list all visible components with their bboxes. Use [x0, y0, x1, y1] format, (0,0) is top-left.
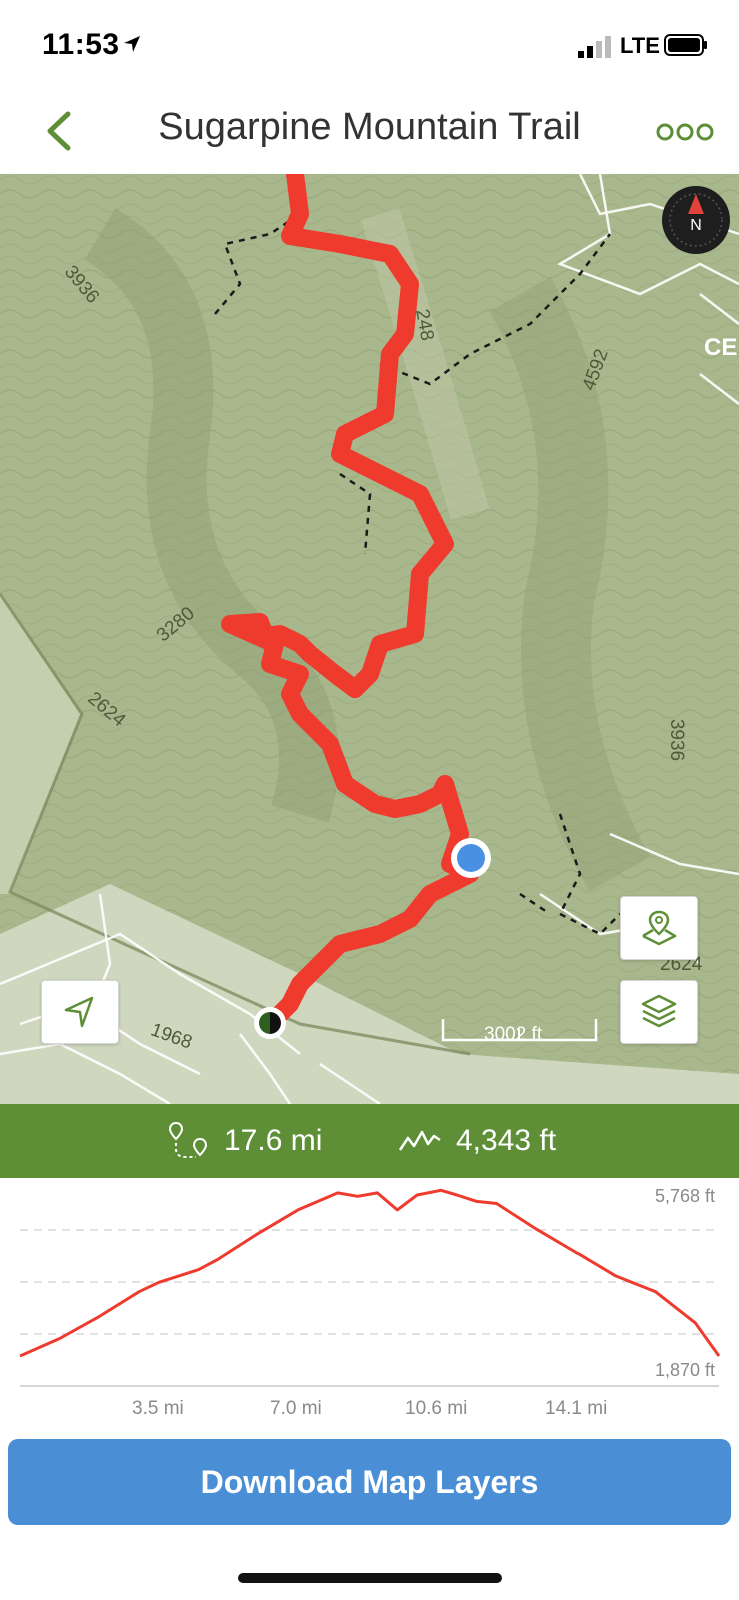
map-layers-button[interactable]	[620, 980, 698, 1044]
chevron-left-icon[interactable]	[36, 106, 86, 156]
contour-label: 3936	[666, 718, 688, 762]
min-elevation-label: 1,870 ft	[654, 1360, 715, 1380]
nav-bar: Sugarpine Mountain Trail	[0, 92, 739, 175]
max-elevation-label: 5,768 ft	[654, 1186, 715, 1206]
download-map-layers-button[interactable]: Download Map Layers	[8, 1439, 731, 1525]
signal-icon	[578, 36, 611, 58]
x-tick-label: 10.6 mi	[405, 1398, 468, 1419]
page-title: Sugarpine Mountain Trail	[158, 106, 581, 148]
elevation-chart	[19, 1188, 721, 1387]
distance-value: 17.6 mi	[224, 1124, 323, 1157]
recenter-button[interactable]	[41, 980, 119, 1044]
x-tick-label: 7.0 mi	[270, 1398, 322, 1419]
x-tick-label: 3.5 mi	[132, 1398, 184, 1419]
carrier-label: LTE	[620, 33, 660, 58]
trail-pin-button[interactable]	[620, 896, 698, 960]
status-bar: 11:53 LTE	[0, 0, 739, 92]
navigation-arrow-icon	[64, 996, 94, 1028]
elevation-gain-value: 4,343 ft	[456, 1124, 557, 1157]
contour-label: CE	[704, 334, 738, 361]
layers-icon	[641, 994, 677, 1028]
home-indicator	[238, 1573, 502, 1583]
compass-icon: N	[662, 186, 730, 254]
compass-button[interactable]: N	[660, 184, 732, 256]
trail-map[interactable]: 3936 3280 2624 4592 3936 1968 2624 248 C…	[0, 174, 739, 1104]
x-tick-label: 14.1 mi	[545, 1398, 608, 1419]
elevation-line	[19, 1188, 721, 1358]
elevation-gain-icon	[398, 1130, 441, 1151]
trail-stats-bar: 17.6 mi 4,343 ft	[0, 1104, 739, 1178]
compass-label: N	[690, 217, 702, 234]
more-dots-icon[interactable]	[655, 114, 715, 150]
route-pins-icon	[168, 1121, 208, 1158]
distance-stat: 17.6 mi	[166, 1104, 322, 1178]
map-pin-icon	[642, 910, 677, 946]
battery-icon	[664, 34, 707, 56]
topo-map-layer	[0, 174, 739, 1104]
map-scale-label: 3002 ft	[484, 1024, 543, 1045]
location-arrow-icon	[124, 36, 140, 52]
status-time: 11:53	[42, 28, 120, 61]
elevation-profile[interactable]: 5,768 ft 1,870 ft 3.5 mi 7.0 mi 10.6 mi …	[0, 1178, 739, 1438]
elevation-gain-stat: 4,343 ft	[398, 1104, 556, 1178]
